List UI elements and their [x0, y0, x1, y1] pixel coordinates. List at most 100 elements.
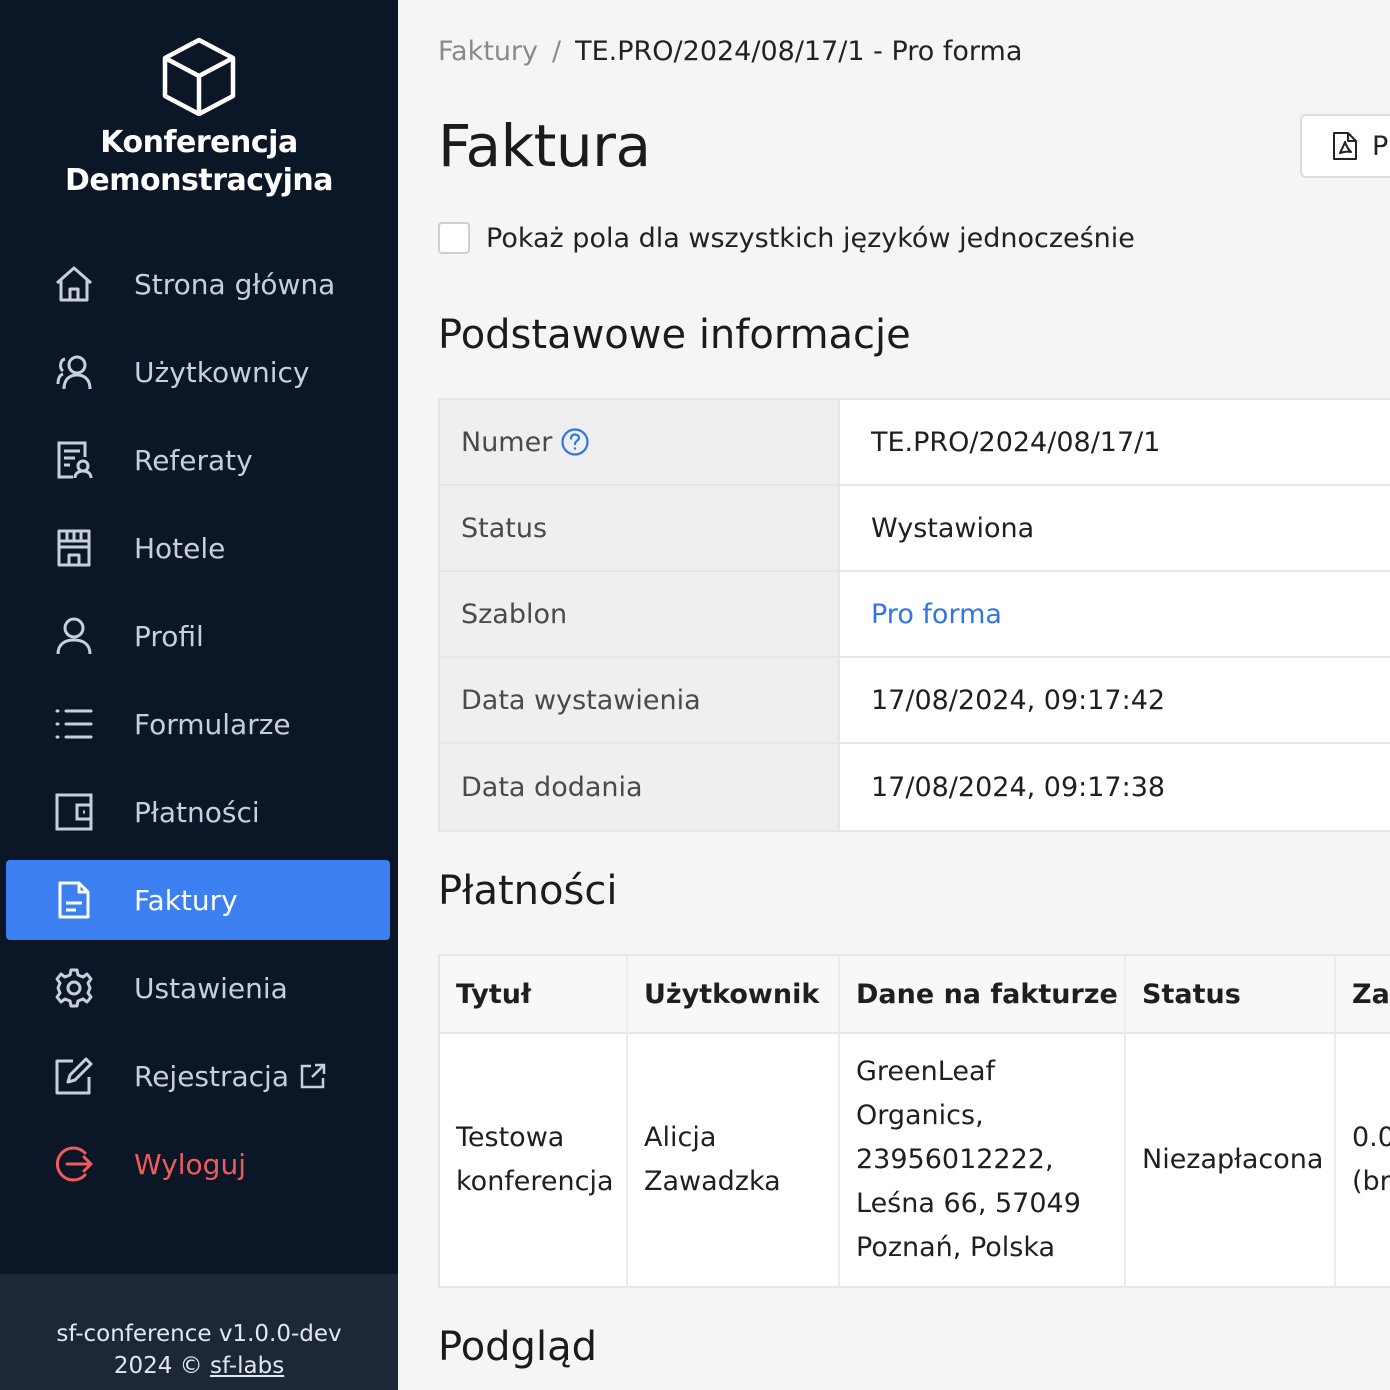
- all-languages-checkbox[interactable]: [438, 222, 470, 254]
- cell-line: konferencja: [456, 1166, 614, 1197]
- copyright: 2024 © sf-labs: [0, 1350, 398, 1382]
- external-link-icon: [299, 1062, 327, 1090]
- payment-amount-cell: 0.0 (br: [1336, 1034, 1390, 1286]
- pdf-button-label: P: [1372, 130, 1389, 162]
- payment-title-cell: Testowa konferencja: [440, 1034, 628, 1286]
- breadcrumb-current: TE.PRO/2024/08/17/1 - Pro forma: [575, 36, 1023, 67]
- main-content: Faktury / TE.PRO/2024/08/17/1 - Pro forma …: [398, 0, 1390, 1390]
- info-value-issue-date: 17/08/2024, 09:17:42: [871, 684, 1166, 716]
- sidebar-item-profile[interactable]: Profil: [6, 596, 390, 676]
- cell-line: Testowa: [456, 1122, 565, 1153]
- table-row: Szablon Pro forma: [440, 572, 1390, 658]
- info-value-added-date: 17/08/2024, 09:17:38: [871, 771, 1166, 803]
- logout-icon: [52, 1142, 96, 1186]
- brand[interactable]: Konferencja Demonstracyjna: [0, 36, 398, 200]
- sidebar-footer: sf-conference v1.0.0-dev 2024 © sf-labs: [0, 1274, 398, 1390]
- table-row: Status Wystawiona: [440, 486, 1390, 572]
- cell-line: 23956012222,: [856, 1144, 1054, 1175]
- copyright-year: 2024 ©: [113, 1353, 203, 1379]
- info-label-number: Numer: [440, 400, 840, 484]
- payments-table-header: Tytuł Użytkownik Dane na fakturze Status…: [440, 956, 1390, 1034]
- column-header-title[interactable]: Tytuł: [440, 956, 628, 1032]
- template-link[interactable]: Pro forma: [840, 572, 1390, 656]
- sidebar-item-label: Formularze: [134, 707, 291, 741]
- column-header-amount[interactable]: Zap: [1336, 956, 1390, 1032]
- cell-line: Zawadzka: [644, 1166, 781, 1197]
- breadcrumb-separator: /: [552, 36, 562, 67]
- help-icon[interactable]: [560, 427, 590, 457]
- sidebar-nav: Strona główna Użytkownicy Referaty Hotel…: [6, 244, 390, 1212]
- info-label-added-date: Data dodania: [440, 744, 840, 830]
- cube-logo-icon: [162, 37, 236, 116]
- table-row: Data dodania 17/08/2024, 09:17:38: [440, 744, 1390, 830]
- sidebar-item-label: Płatności: [134, 795, 260, 829]
- cell-line: Organics,: [856, 1100, 984, 1131]
- info-label-issue-date: Data wystawienia: [440, 658, 840, 742]
- table-row: Data wystawienia 17/08/2024, 09:17:42: [440, 658, 1390, 744]
- papers-icon: [52, 438, 96, 482]
- sidebar-item-label: Użytkownicy: [134, 355, 310, 389]
- column-header-user[interactable]: Użytkownik: [628, 956, 840, 1032]
- payment-status-cell: Niezapłacona: [1126, 1034, 1336, 1286]
- breadcrumb-invoices-link[interactable]: Faktury: [438, 36, 538, 67]
- sidebar-item-label: Hotele: [134, 531, 226, 565]
- sidebar-item-hotels[interactable]: Hotele: [6, 508, 390, 588]
- payments-title: Płatności: [438, 868, 618, 914]
- info-label-template: Szablon: [440, 572, 840, 656]
- brand-name-line1: Konferencja: [100, 125, 298, 160]
- users-icon: [52, 350, 96, 394]
- payments-table: Tytuł Użytkownik Dane na fakturze Status…: [438, 954, 1390, 1288]
- sidebar: Konferencja Demonstracyjna Strona główna…: [0, 0, 398, 1390]
- info-label-text: Numer: [461, 426, 553, 458]
- sidebar-item-papers[interactable]: Referaty: [6, 420, 390, 500]
- sidebar-item-users[interactable]: Użytkownicy: [6, 332, 390, 412]
- payment-user-cell: Alicja Zawadzka: [628, 1034, 840, 1286]
- pdf-button[interactable]: P: [1300, 114, 1390, 178]
- sidebar-item-label: Faktury: [134, 883, 238, 917]
- brand-name-line2: Demonstracyjna: [65, 163, 333, 198]
- sidebar-item-label: Referaty: [134, 443, 253, 477]
- cell-line: GreenLeaf: [856, 1056, 995, 1087]
- cell-line: Leśna 66, 57049: [856, 1188, 1081, 1219]
- gear-icon: [52, 966, 96, 1010]
- info-label-status: Status: [440, 486, 840, 570]
- table-row[interactable]: Testowa konferencja Alicja Zawadzka GreenL…: [440, 1034, 1390, 1286]
- home-icon: [52, 262, 96, 306]
- list-icon: [52, 702, 96, 746]
- pdf-file-icon: [1333, 132, 1357, 160]
- cell-line: Alicja: [644, 1122, 717, 1153]
- hotel-icon: [52, 526, 96, 570]
- sidebar-item-registration[interactable]: Rejestracja: [6, 1036, 390, 1116]
- info-value-status: Wystawiona: [871, 512, 1035, 544]
- info-value-number: TE.PRO/2024/08/17/1: [871, 426, 1161, 458]
- sf-labs-link[interactable]: sf-labs: [210, 1353, 284, 1379]
- sidebar-item-logout[interactable]: Wyloguj: [6, 1124, 390, 1204]
- breadcrumb: Faktury / TE.PRO/2024/08/17/1 - Pro forma: [438, 36, 1022, 67]
- payment-invoice-data-cell: GreenLeaf Organics, 23956012222, Leśna 6…: [840, 1034, 1126, 1286]
- sidebar-item-label: Ustawienia: [134, 971, 288, 1005]
- cell-line: (br: [1352, 1166, 1390, 1197]
- all-languages-toggle[interactable]: Pokaż pola dla wszystkich języków jednoc…: [438, 222, 1135, 254]
- sidebar-item-settings[interactable]: Ustawienia: [6, 948, 390, 1028]
- column-header-status[interactable]: Status: [1126, 956, 1336, 1032]
- wallet-icon: [52, 790, 96, 834]
- preview-title: Podgląd: [438, 1324, 597, 1370]
- sidebar-item-forms[interactable]: Formularze: [6, 684, 390, 764]
- cell-line: 0.0: [1352, 1122, 1390, 1153]
- profile-icon: [52, 614, 96, 658]
- cell-line: Poznań, Polska: [856, 1232, 1056, 1263]
- sidebar-item-label: Wyloguj: [134, 1147, 246, 1181]
- sidebar-item-label: Profil: [134, 619, 204, 653]
- sidebar-item-label: Rejestracja: [134, 1059, 289, 1093]
- document-icon: [52, 878, 96, 922]
- sidebar-item-payments[interactable]: Płatności: [6, 772, 390, 852]
- sidebar-item-home[interactable]: Strona główna: [6, 244, 390, 324]
- sidebar-item-invoices[interactable]: Faktury: [6, 860, 390, 940]
- edit-icon: [52, 1054, 96, 1098]
- app-version: sf-conference v1.0.0-dev: [56, 1321, 342, 1347]
- basic-info-table: Numer TE.PRO/2024/08/17/1 Status Wystawi…: [438, 398, 1390, 832]
- column-header-invoice-data[interactable]: Dane na fakturze: [840, 956, 1126, 1032]
- table-row: Numer TE.PRO/2024/08/17/1: [440, 400, 1390, 486]
- basic-info-title: Podstawowe informacje: [438, 312, 911, 358]
- page-title: Faktura: [438, 112, 651, 180]
